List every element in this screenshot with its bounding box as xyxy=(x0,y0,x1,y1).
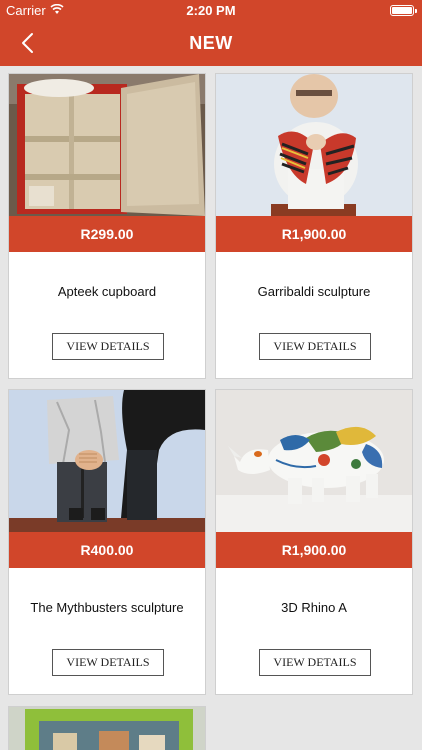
product-price: R1,900.00 xyxy=(216,216,412,252)
product-price: R299.00 xyxy=(9,216,205,252)
product-name[interactable]: The Mythbusters sculpture xyxy=(9,600,205,615)
product-image-rhino[interactable] xyxy=(216,390,412,532)
product-card-3d-rhino[interactable]: R1,900.00 3D Rhino A VIEW DETAILS xyxy=(215,389,413,695)
product-price: R1,900.00 xyxy=(216,532,412,568)
product-image-garribaldi[interactable] xyxy=(216,74,412,216)
product-card-partial[interactable] xyxy=(8,706,206,750)
product-image-mythbusters[interactable] xyxy=(9,390,205,532)
page-title: NEW xyxy=(189,33,233,53)
product-card-garribaldi-sculpture[interactable]: R1,900.00 Garribaldi sculpture VIEW DETA… xyxy=(215,73,413,379)
battery-icon xyxy=(390,5,417,16)
product-price: R400.00 xyxy=(9,532,205,568)
product-name[interactable]: Apteek cupboard xyxy=(9,284,205,299)
app-header: Carrier 2:20 PM NEW xyxy=(0,0,422,66)
product-name[interactable]: 3D Rhino A xyxy=(216,600,412,615)
status-bar: Carrier 2:20 PM xyxy=(0,0,422,22)
product-image-partial[interactable] xyxy=(9,707,205,750)
product-card-mythbusters-sculpture[interactable]: R400.00 The Mythbusters sculpture VIEW D… xyxy=(8,389,206,695)
product-image-cupboard[interactable] xyxy=(9,74,205,216)
view-details-button[interactable]: VIEW DETAILS xyxy=(52,649,164,676)
view-details-button[interactable]: VIEW DETAILS xyxy=(52,333,164,360)
product-card-apteek-cupboard[interactable]: R299.00 Apteek cupboard VIEW DETAILS xyxy=(8,73,206,379)
view-details-button[interactable]: VIEW DETAILS xyxy=(259,333,371,360)
status-time: 2:20 PM xyxy=(186,3,236,18)
product-name[interactable]: Garribaldi sculpture xyxy=(216,284,412,299)
view-details-button[interactable]: VIEW DETAILS xyxy=(259,649,371,676)
